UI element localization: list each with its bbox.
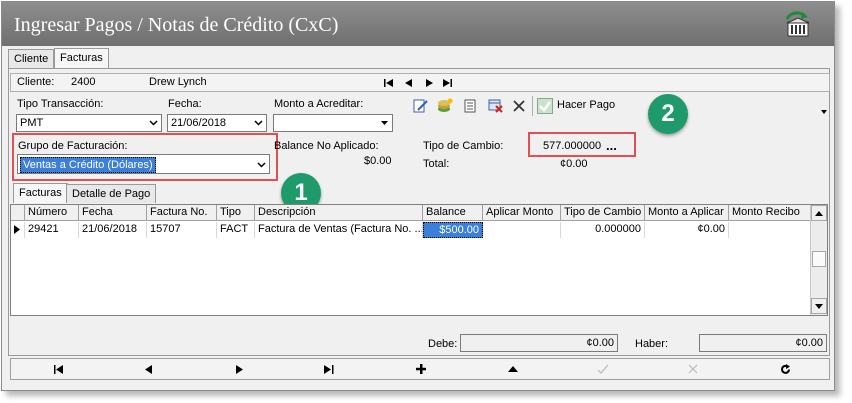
chevron-down-icon[interactable] <box>146 115 161 131</box>
scroll-thumb[interactable] <box>812 251 826 267</box>
highlight-box-grupo <box>12 133 278 181</box>
tipo-transaccion-select[interactable]: PMT <box>16 114 162 132</box>
bank-icon <box>785 11 810 37</box>
highlight-box-tipo-cambio <box>528 132 636 157</box>
debe-value: ¢0.00 <box>586 337 614 349</box>
subtab-facturas[interactable]: Facturas <box>13 183 68 203</box>
previous-record-icon[interactable] <box>403 77 415 89</box>
cell-numero[interactable]: 29421 <box>25 222 79 238</box>
hacer-pago-button[interactable]: Hacer Pago <box>557 99 615 111</box>
previous-record-icon[interactable] <box>139 361 159 377</box>
cell-factura-no[interactable]: 15707 <box>147 222 217 238</box>
tab-facturas[interactable]: Facturas <box>54 48 109 68</box>
delete-grid-icon[interactable] <box>487 98 504 114</box>
edit-pencil-icon[interactable] <box>412 98 429 114</box>
subtab-detalle-pago[interactable]: Detalle de Pago <box>66 184 157 203</box>
monto-acreditar-input[interactable] <box>273 114 393 132</box>
fecha-value: 21/06/2018 <box>171 117 227 129</box>
tipo-transaccion-label: Tipo Transacción: <box>17 98 104 110</box>
haber-value: ¢0.00 <box>795 337 823 349</box>
col-descripcion[interactable]: Descripción <box>255 205 423 221</box>
col-numero[interactable]: Número <box>25 205 79 221</box>
first-record-icon[interactable] <box>383 77 395 89</box>
facturas-grid: Número Fecha Factura No. Tipo Descripció… <box>10 204 828 316</box>
scroll-up-icon[interactable] <box>811 205 827 221</box>
next-record-icon[interactable] <box>229 361 249 377</box>
debe-field: ¢0.00 <box>460 334 618 352</box>
cell-tipo-cambio[interactable]: 0.000000 <box>561 222 645 238</box>
edit-record-icon[interactable] <box>503 361 523 377</box>
cell-monto-aplicar[interactable]: ¢0.00 <box>645 222 729 238</box>
bottom-navigator <box>10 358 830 380</box>
col-monto-recibo[interactable]: Monto Recibo <box>729 205 811 221</box>
add-record-icon[interactable] <box>411 361 431 377</box>
last-record-icon[interactable] <box>319 361 339 377</box>
haber-field: ¢0.00 <box>699 334 827 352</box>
col-tipo[interactable]: Tipo <box>217 205 255 221</box>
fecha-label: Fecha: <box>168 98 202 110</box>
toolbar-divider <box>532 96 533 116</box>
next-record-icon[interactable] <box>423 77 435 89</box>
monto-acreditar-label: Monto a Acreditar: <box>274 98 364 110</box>
col-monto-aplicar[interactable]: Monto a Aplicar <box>645 205 729 221</box>
title-bar: Ingresar Pagos / Notas de Crédito (CxC) <box>2 2 834 46</box>
scroll-down-icon[interactable] <box>811 298 827 314</box>
list-icon[interactable] <box>462 98 479 114</box>
tab-cliente[interactable]: Cliente <box>8 49 55 68</box>
cell-monto-recibo[interactable] <box>729 222 811 238</box>
toolbar-overflow-icon[interactable] <box>820 109 828 115</box>
refresh-icon[interactable] <box>775 361 795 377</box>
cell-descripcion[interactable]: Factura de Ventas (Factura No. ... <box>255 222 423 238</box>
col-fecha[interactable]: Fecha <box>79 205 147 221</box>
last-record-icon[interactable] <box>441 77 453 89</box>
total-value: ¢0.00 <box>560 158 588 170</box>
cell-balance[interactable]: $500.00 <box>423 222 483 238</box>
checkmark-icon[interactable] <box>537 98 553 114</box>
main-window: Ingresar Pagos / Notas de Crédito (CxC) … <box>1 1 835 391</box>
step-badge-2: 2 <box>648 94 688 134</box>
cell-aplicar-monto[interactable] <box>483 222 561 238</box>
post-record-icon <box>593 361 613 377</box>
col-factura-no[interactable]: Factura No. <box>147 205 217 221</box>
client-bar: Cliente: 2400 Drew Lynch <box>10 73 830 92</box>
row-indicator-icon <box>11 222 25 238</box>
grid-scrollbar[interactable] <box>810 205 827 315</box>
cancel-record-icon <box>683 361 703 377</box>
balance-no-aplicado-label: Balance No Aplicado: <box>274 140 379 152</box>
col-aplicar-monto[interactable]: Aplicar Monto <box>483 205 561 221</box>
client-code: 2400 <box>71 76 96 88</box>
total-label: Total: <box>423 158 450 170</box>
first-record-icon[interactable] <box>49 361 69 377</box>
debe-label: Debe: <box>428 338 458 350</box>
chevron-down-icon[interactable] <box>251 115 266 131</box>
haber-label: Haber: <box>635 338 669 350</box>
tipo-transaccion-value: PMT <box>20 117 44 129</box>
stack-add-icon[interactable] <box>436 98 453 114</box>
col-balance[interactable]: Balance <box>423 205 483 221</box>
balance-no-aplicado-value: $0.00 <box>364 155 392 167</box>
chevron-down-icon[interactable] <box>377 115 392 131</box>
window-title: Ingresar Pagos / Notas de Crédito (CxC) <box>14 14 339 36</box>
col-tipo-cambio[interactable]: Tipo de Cambio <box>561 205 645 221</box>
fecha-picker[interactable]: 21/06/2018 <box>167 114 267 132</box>
close-icon[interactable] <box>511 98 528 114</box>
grid-corner <box>11 205 25 221</box>
cell-fecha[interactable]: 21/06/2018 <box>79 222 147 238</box>
client-label: Cliente: <box>17 76 55 88</box>
cell-tipo[interactable]: FACT <box>217 222 255 238</box>
tipo-cambio-label: Tipo de Cambio: <box>423 140 504 152</box>
client-name: Drew Lynch <box>149 76 207 88</box>
grid-header: Número Fecha Factura No. Tipo Descripció… <box>11 205 811 221</box>
